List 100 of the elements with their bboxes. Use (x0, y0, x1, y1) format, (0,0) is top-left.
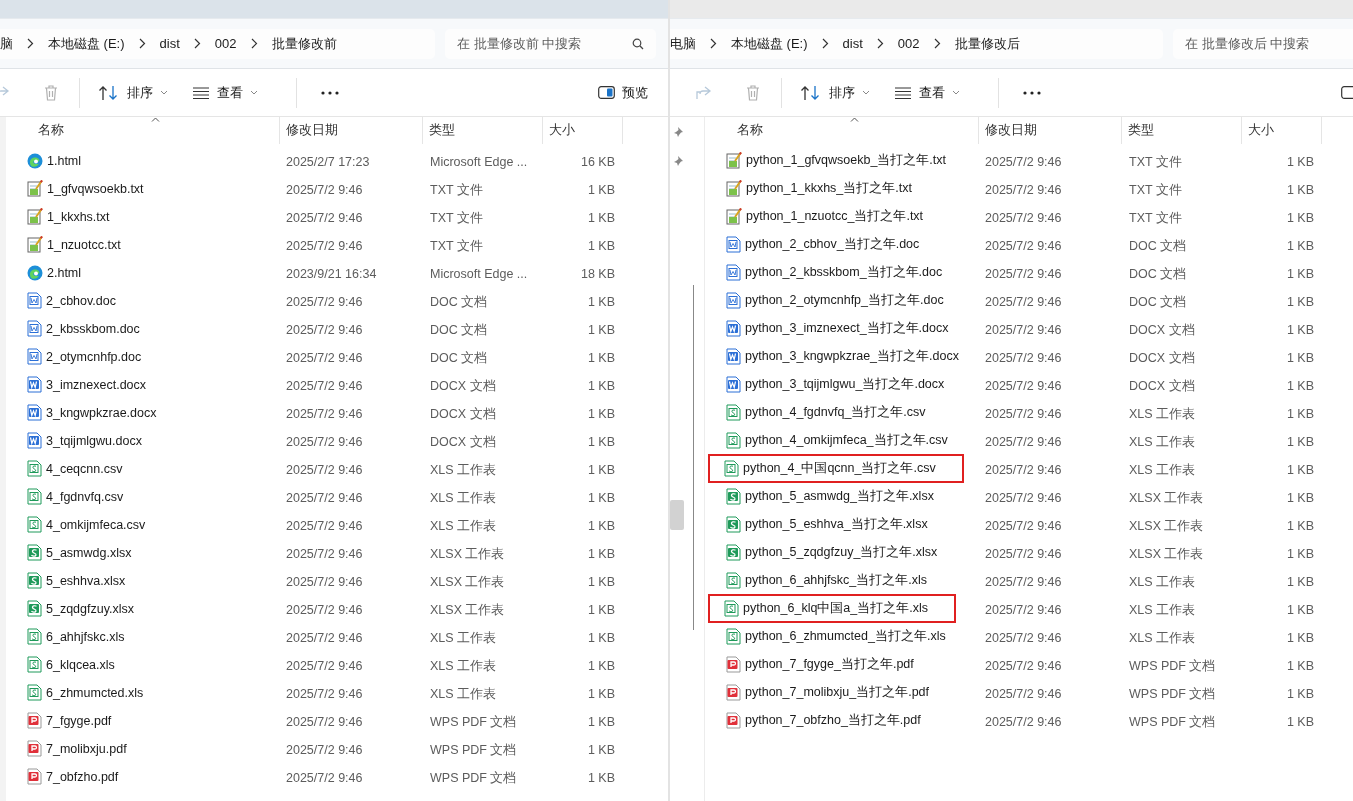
file-name[interactable]: python_2_cbhov_当打之年.doc (745, 236, 920, 253)
search-field[interactable]: 在 批量修改后 中搜索 (1173, 28, 1353, 59)
file-name[interactable]: python_5_zqdgfzuy_当打之年.xlsx (745, 544, 938, 561)
file-name[interactable]: 7_molibxju.pdf (46, 741, 127, 756)
search-field[interactable]: 在 批量修改前 中搜索 (445, 28, 656, 59)
file-name[interactable]: 7_obfzho.pdf (46, 769, 119, 784)
file-name[interactable]: python_4_中国qcnn_当打之年.csv (743, 460, 936, 477)
document-icon (726, 292, 741, 309)
file-size: 1 KB (1286, 715, 1314, 729)
file-name[interactable]: 2_cbhov.doc (46, 293, 116, 308)
breadcrumb-item[interactable]: 002 (200, 36, 251, 51)
file-type: XLS 工作表 (430, 518, 497, 533)
column-header[interactable]: 类型 (1122, 117, 1242, 144)
file-name[interactable]: python_1_gfvqwsoekb_当打之年.txt (746, 152, 947, 169)
more-icon[interactable] (321, 90, 339, 95)
file-size: 1 KB (1286, 547, 1314, 561)
column-header[interactable]: 大小 (1242, 117, 1322, 144)
search-input[interactable]: 在 批量修改前 中搜索 (445, 28, 622, 59)
file-name[interactable]: python_4_omkijmfeca_当打之年.csv (745, 432, 948, 449)
trash-icon[interactable] (43, 83, 59, 102)
column-header[interactable]: 修改日期 (979, 117, 1122, 144)
file-name[interactable]: python_7_molibxju_当打之年.pdf (745, 684, 930, 701)
file-name[interactable]: python_1_kkxhs_当打之年.txt (746, 180, 912, 197)
text-file-icon (27, 180, 43, 197)
file-name[interactable]: 1_gfvqwsoekb.txt (47, 181, 144, 196)
view-button[interactable]: 查看 (888, 79, 966, 106)
file-name[interactable]: 3_kngwpkzrae.docx (46, 405, 157, 420)
sort-caret-icon (151, 117, 160, 122)
pin-icon[interactable] (673, 127, 683, 137)
sort-button[interactable]: 排序 (794, 79, 876, 106)
file-name[interactable]: python_7_fgyge_当打之年.pdf (745, 656, 914, 673)
file-name[interactable]: python_1_nzuotcc_当打之年.txt (746, 208, 924, 225)
sort-button[interactable]: 排序 (92, 79, 174, 106)
file-name[interactable]: python_5_eshhva_当打之年.xlsx (745, 516, 928, 533)
file-size: 1 KB (587, 771, 615, 785)
scrollbar-thumb[interactable] (670, 500, 684, 530)
breadcrumb-item[interactable]: 本地磁盘 (E:) (34, 34, 139, 53)
document-icon (27, 376, 42, 393)
breadcrumb-item[interactable]: 本地磁盘 (E:) (717, 34, 822, 53)
file-name[interactable]: 4_ceqcnn.csv (46, 461, 123, 476)
breadcrumb-item[interactable]: 电脑 (670, 34, 710, 53)
column-header[interactable]: 类型 (423, 117, 543, 144)
file-type: DOC 文档 (430, 350, 488, 365)
column-header[interactable]: 修改日期 (280, 117, 423, 144)
file-size: 1 KB (1286, 491, 1314, 505)
file-name[interactable]: 5_eshhva.xlsx (46, 573, 126, 588)
file-name[interactable]: 3_tqijmlgwu.docx (46, 433, 142, 448)
file-type: XLS 工作表 (1129, 434, 1196, 449)
more-icon[interactable] (1023, 90, 1041, 95)
breadcrumb-item[interactable]: 批量修改前 (257, 34, 351, 53)
file-name[interactable]: 2_kbsskbom.doc (46, 321, 140, 336)
file-name[interactable]: 1.html (47, 153, 82, 168)
file-name[interactable]: 2.html (47, 265, 82, 280)
file-name[interactable]: 6_zhmumcted.xls (46, 685, 144, 700)
file-size: 1 KB (1286, 351, 1314, 365)
file-name[interactable]: python_4_fgdnvfq_当打之年.csv (745, 404, 926, 421)
modified-date: 2025/7/2 9:46 (985, 575, 1062, 589)
file-name[interactable]: 6_klqcea.xls (46, 657, 115, 672)
file-name[interactable]: 1_nzuotcc.txt (47, 237, 121, 252)
file-type: XLSX 工作表 (1129, 546, 1204, 561)
column-header[interactable]: 名称 (705, 117, 979, 144)
file-name[interactable]: python_3_tqijmlgwu_当打之年.docx (745, 376, 945, 393)
view-button[interactable]: 查看 (186, 79, 264, 106)
file-name[interactable]: 1_kkxhs.txt (47, 209, 110, 224)
breadcrumb-item[interactable]: 002 (883, 36, 934, 51)
file-name[interactable]: python_2_kbsskbom_当打之年.doc (745, 264, 943, 281)
file-name[interactable]: 3_imznexect.docx (46, 377, 147, 392)
file-name[interactable]: python_3_imznexect_当打之年.docx (745, 320, 949, 337)
text-file-icon (27, 236, 43, 253)
file-name[interactable]: python_6_zhmumcted_当打之年.xls (745, 628, 946, 645)
breadcrumb-item[interactable]: 脑 (0, 34, 27, 53)
document-icon (726, 236, 741, 253)
column-header[interactable]: 大小 (543, 117, 623, 144)
file-size: 1 KB (587, 631, 615, 645)
file-type: XLS 工作表 (430, 658, 497, 673)
file-name[interactable]: 5_zqdgfzuy.xlsx (46, 601, 134, 616)
file-name[interactable]: 4_fgdnvfq.csv (46, 489, 124, 504)
file-name[interactable]: python_7_obfzho_当打之年.pdf (745, 712, 921, 729)
breadcrumb-item[interactable]: dist (828, 36, 877, 51)
pin-icon[interactable] (673, 156, 683, 166)
preview-button[interactable]: 预览 (592, 79, 654, 106)
preview-pane-icon[interactable] (1341, 86, 1353, 99)
file-size: 1 KB (1286, 267, 1314, 281)
breadcrumb-item[interactable]: 批量修改后 (940, 34, 1034, 53)
file-name[interactable]: python_5_asmwdg_当打之年.xlsx (745, 488, 934, 505)
file-name[interactable]: 6_ahhjfskc.xls (46, 629, 125, 644)
breadcrumb-item[interactable]: dist (145, 36, 194, 51)
file-name[interactable]: 2_otymcnhfp.doc (46, 349, 142, 364)
file-name[interactable]: 7_fgyge.pdf (46, 713, 112, 728)
file-name[interactable]: python_6_klq中国a_当打之年.xls (743, 600, 929, 617)
address-bar[interactable]: 电脑 本地磁盘 (E:) dist 002 批量修改后 (670, 28, 1163, 59)
column-header[interactable]: 名称 (6, 117, 280, 144)
address-bar[interactable]: 脑 本地磁盘 (E:) dist 002 批量修改前 (0, 28, 435, 59)
file-name[interactable]: python_6_ahhjfskc_当打之年.xls (745, 572, 927, 589)
file-name[interactable]: python_3_kngwpkzrae_当打之年.docx (745, 348, 959, 365)
file-name[interactable]: python_2_otymcnhfp_当打之年.doc (745, 292, 944, 309)
file-name[interactable]: 4_omkijmfeca.csv (46, 517, 146, 532)
trash-icon[interactable] (745, 83, 761, 102)
file-name[interactable]: 5_asmwdg.xlsx (46, 545, 132, 560)
spreadsheet-icon (27, 656, 42, 673)
